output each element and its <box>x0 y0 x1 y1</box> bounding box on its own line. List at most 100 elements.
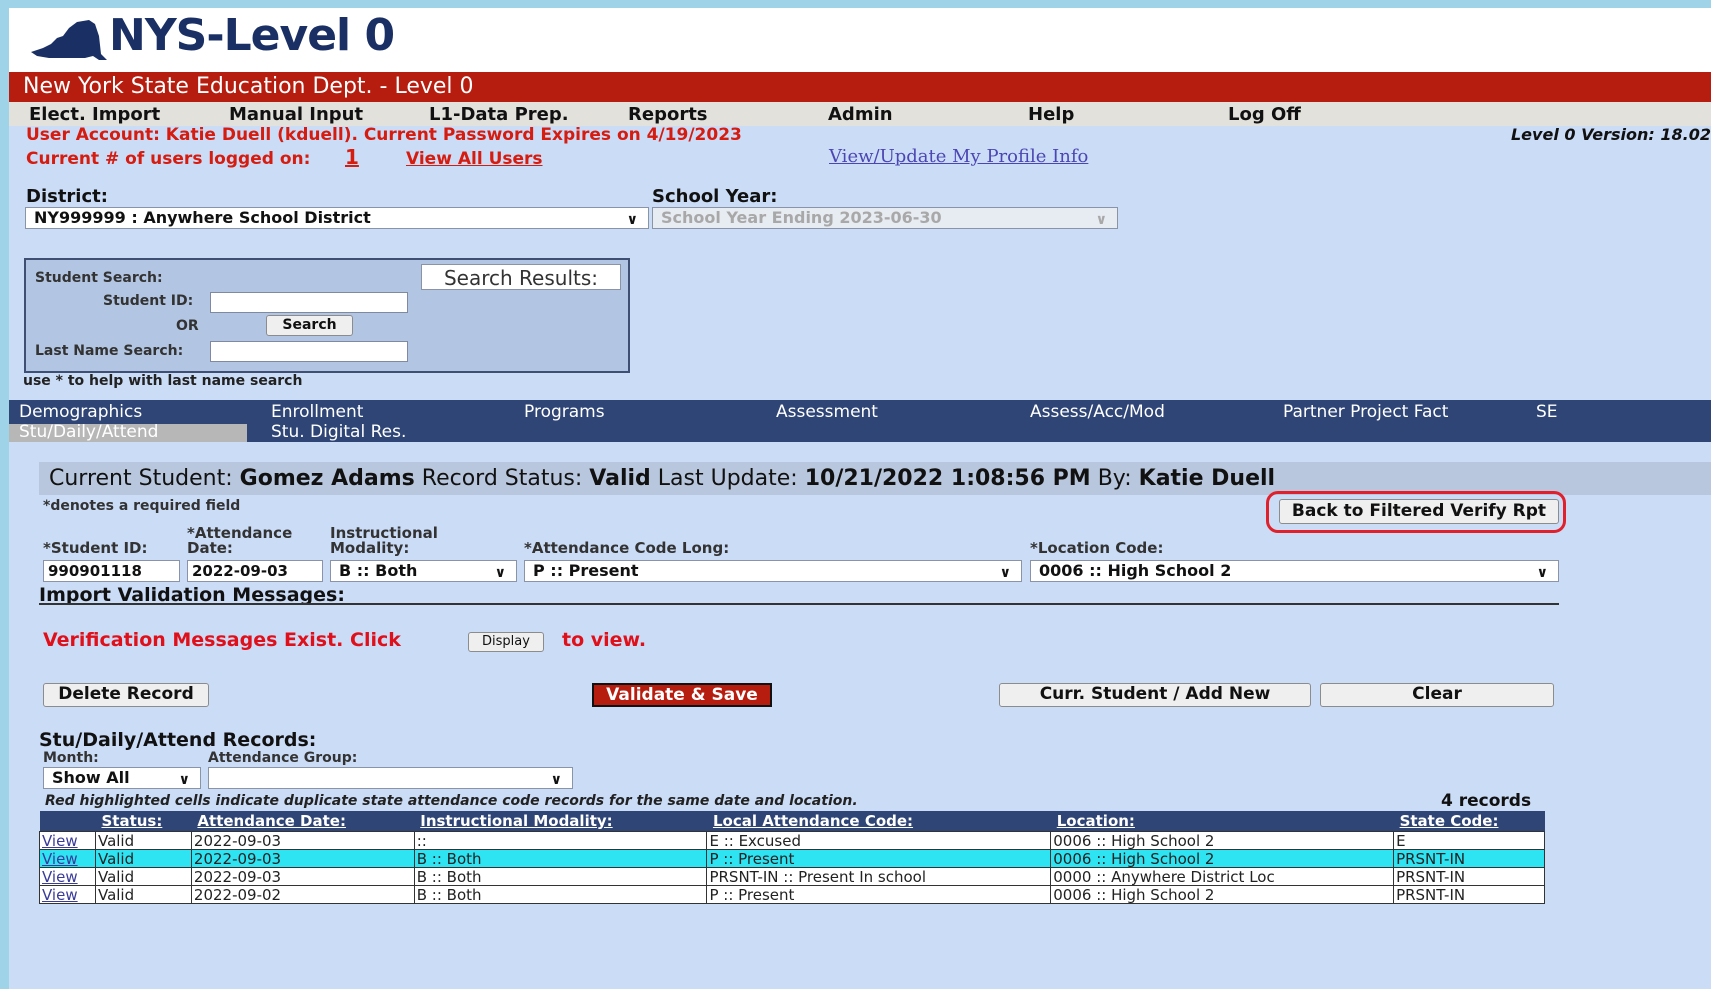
record-tabs-row2: Stu/Daily/Attend Stu. Digital Res. <box>9 422 1711 442</box>
student-search-title: Student Search: <box>35 270 163 286</box>
cell-location: 0006 :: High School 2 <box>1050 885 1395 904</box>
cell-local-code: E :: Excused <box>706 831 1052 850</box>
student-id-search-label: Student ID: <box>103 293 194 309</box>
attendance-code-value: P :: Present <box>533 561 639 580</box>
delete-record-button[interactable]: Delete Record <box>43 683 209 707</box>
verification-message: Verification Messages Exist. Click <box>43 629 401 651</box>
last-name-search-input[interactable] <box>210 341 408 362</box>
clear-button[interactable]: Clear <box>1320 683 1554 707</box>
tab-se[interactable]: SE <box>1536 402 1558 422</box>
view-link[interactable]: View <box>42 868 78 886</box>
record-count: 4 records <box>1441 791 1532 811</box>
col-local-code[interactable]: Local Attendance Code: <box>706 811 1051 832</box>
cell-local-code: PRSNT-IN :: Present In school <box>706 867 1052 886</box>
required-field-note: *denotes a required field <box>43 498 241 514</box>
table-row-selected: View Valid 2022-09-03 B :: Both P :: Pre… <box>39 849 1545 868</box>
tab-programs[interactable]: Programs <box>524 402 605 422</box>
menu-manual-input[interactable]: Manual Input <box>229 104 363 125</box>
attendance-date-input[interactable]: 2022-09-03 <box>187 560 323 582</box>
cell-status: Valid <box>94 867 192 886</box>
student-id-input[interactable]: 990901118 <box>43 560 180 582</box>
attendance-code-label: *Attendance Code Long: <box>524 539 730 557</box>
menu-admin[interactable]: Admin <box>828 104 893 125</box>
chevron-down-icon: ∨ <box>626 212 638 228</box>
menu-elect-import[interactable]: Elect. Import <box>29 104 160 125</box>
tab-assess-acc-mod[interactable]: Assess/Acc/Mod <box>1030 402 1165 422</box>
table-row: View Valid 2022-09-02 B :: Both P :: Pre… <box>39 885 1545 904</box>
menu-help[interactable]: Help <box>1028 104 1074 125</box>
col-modality[interactable]: Instructional Modality: <box>414 811 707 832</box>
app-title-bar: New York State Education Dept. - Level 0 <box>9 72 1711 102</box>
chevron-down-icon: ∨ <box>494 565 506 581</box>
chevron-down-icon: ∨ <box>178 772 190 788</box>
last-update-value: 10/21/2022 1:08:56 PM <box>804 466 1091 491</box>
last-name-search-label: Last Name Search: <box>35 343 184 359</box>
col-attendance-date[interactable]: Attendance Date: <box>191 811 415 832</box>
district-select[interactable]: NY999999 : Anywhere School District ∨ <box>25 207 649 229</box>
table-header-row: Status: Attendance Date: Instructional M… <box>39 811 1545 832</box>
tab-demographics[interactable]: Demographics <box>19 402 142 422</box>
cell-status: Valid <box>94 831 192 850</box>
display-button[interactable]: Display <box>468 632 544 652</box>
tab-partner-project-fact[interactable]: Partner Project Fact <box>1283 402 1448 422</box>
view-link[interactable]: View <box>42 886 78 904</box>
current-student-name: Gomez Adams <box>239 466 415 491</box>
school-year-select[interactable]: School Year Ending 2023-06-30 ∨ <box>652 207 1118 229</box>
tab-stu-daily-attend[interactable]: Stu/Daily/Attend <box>19 422 158 442</box>
chevron-down-icon: ∨ <box>999 565 1011 581</box>
version-label: Level 0 Version: 18.02 <box>1510 125 1711 144</box>
menu-log-off[interactable]: Log Off <box>1228 104 1301 125</box>
menu-reports[interactable]: Reports <box>628 104 708 125</box>
validate-save-button[interactable]: Validate & Save <box>592 683 772 707</box>
search-button[interactable]: Search <box>266 315 353 336</box>
cell-date: 2022-09-03 <box>190 831 415 850</box>
cell-date: 2022-09-03 <box>190 867 415 886</box>
col-location[interactable]: Location: <box>1050 811 1394 832</box>
record-status-value: Valid <box>589 466 651 491</box>
month-select[interactable]: Show All ∨ <box>43 767 201 789</box>
view-link[interactable]: View <box>42 832 78 850</box>
back-to-filtered-verify-button[interactable]: Back to Filtered Verify Rpt <box>1279 499 1559 524</box>
cell-modality: B :: Both <box>413 867 708 886</box>
attendance-group-select[interactable]: ∨ <box>208 767 573 789</box>
search-hint: use * to help with last name search <box>23 373 303 389</box>
main-menu: Elect. Import Manual Input L1-Data Prep.… <box>9 102 1711 126</box>
school-year-value: School Year Ending 2023-06-30 <box>661 208 942 227</box>
app-frame: NYS-Level 0 New York State Education Dep… <box>9 8 1711 989</box>
col-status[interactable]: Status: <box>95 811 192 832</box>
users-count-link[interactable]: 1 <box>345 145 359 169</box>
cell-local-code: P :: Present <box>706 849 1052 868</box>
attendance-code-select[interactable]: P :: Present ∨ <box>524 560 1022 582</box>
location-code-select[interactable]: 0006 :: High School 2 ∨ <box>1030 560 1559 582</box>
student-id-search-input[interactable] <box>210 292 408 313</box>
chevron-down-icon: ∨ <box>1536 565 1548 581</box>
tab-enrollment[interactable]: Enrollment <box>271 402 363 422</box>
records-table: Status: Attendance Date: Instructional M… <box>39 811 1545 904</box>
tab-assessment[interactable]: Assessment <box>776 402 878 422</box>
cell-location: 0006 :: High School 2 <box>1050 849 1395 868</box>
student-search-panel: Student Search: Student ID: OR Search La… <box>24 258 630 373</box>
view-link[interactable]: View <box>42 850 78 868</box>
month-label: Month: <box>43 750 99 766</box>
add-new-button[interactable]: Curr. Student / Add New <box>999 683 1311 707</box>
location-code-value: 0006 :: High School 2 <box>1039 561 1232 580</box>
cell-state-code: PRSNT-IN <box>1393 885 1545 904</box>
menu-l1-data-prep[interactable]: L1-Data Prep. <box>429 104 569 125</box>
cell-status: Valid <box>94 849 192 868</box>
cell-modality: B :: Both <box>413 849 708 868</box>
profile-link[interactable]: View/Update My Profile Info <box>829 146 1088 167</box>
cell-modality: :: <box>413 831 708 850</box>
updated-by-label: By: <box>1097 466 1132 491</box>
attendance-date-label-2: Date: <box>187 539 233 557</box>
student-id-label: *Student ID: <box>43 539 148 557</box>
last-update-label: Last Update: <box>657 466 798 491</box>
modality-select[interactable]: B :: Both ∨ <box>330 560 517 582</box>
view-all-users-link[interactable]: View All Users <box>406 149 543 169</box>
logo-text: NYS-Level 0 <box>109 10 395 61</box>
tab-stu-digital-res[interactable]: Stu. Digital Res. <box>271 422 406 442</box>
month-value: Show All <box>52 768 130 787</box>
col-view <box>39 811 96 832</box>
cell-date: 2022-09-03 <box>190 849 415 868</box>
col-state-code[interactable]: State Code: <box>1393 811 1545 832</box>
updated-by-value: Katie Duell <box>1138 466 1276 491</box>
